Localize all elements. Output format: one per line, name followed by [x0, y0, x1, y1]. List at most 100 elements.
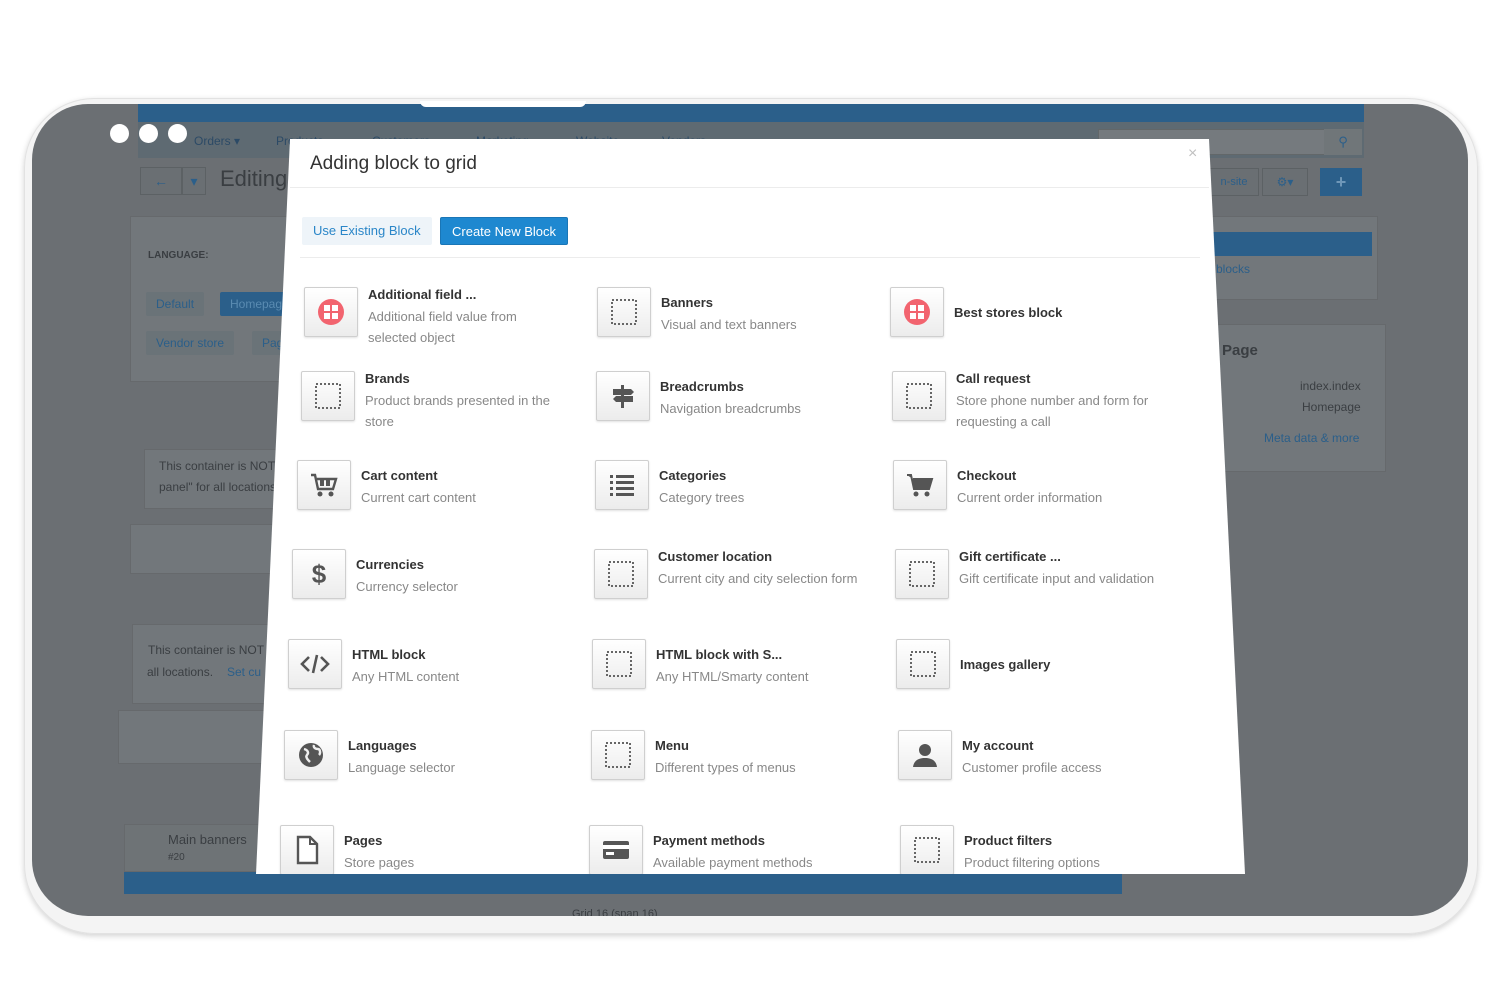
modal-title: Adding block to grid	[310, 153, 477, 174]
cart-icon	[893, 460, 947, 510]
add-button[interactable]: +	[1320, 168, 1362, 196]
block-name: Currencies	[356, 557, 424, 572]
block-name: Product filters	[964, 833, 1053, 848]
list-icon	[595, 460, 649, 510]
block-name: Additional field ...	[368, 287, 477, 302]
block-item[interactable]: HTML block with S... Any HTML/Smarty cont…	[592, 639, 882, 709]
block-item[interactable]: Gift certificate ... Gift certificate inp…	[895, 549, 1185, 619]
grid-toolbar	[124, 872, 1122, 894]
block-description: Gift certificate input and validation	[959, 571, 1155, 586]
block-item[interactable]: Checkout Current order information	[893, 460, 1183, 530]
block-item[interactable]: Call request Store phone number and form …	[892, 371, 1182, 441]
block-item[interactable]: Customer location Current city and city s…	[594, 549, 884, 619]
block-item[interactable]: Languages Language selector	[284, 730, 574, 800]
block-name: Payment methods	[653, 833, 765, 848]
block-item[interactable]: Breadcrumbs Navigation breadcrumbs	[596, 371, 886, 441]
search-icon[interactable]: ⚲	[1324, 129, 1362, 155]
block-name: My account	[962, 738, 1034, 753]
meta-data-link[interactable]: Meta data & more	[1264, 431, 1359, 445]
block-item[interactable]: HTML block Any HTML content	[288, 639, 578, 709]
block-item[interactable]: Menu Different types of menus	[591, 730, 881, 800]
notice-2-line-1: This container is NOT	[148, 643, 265, 657]
set-custom-link[interactable]: Set cu	[227, 665, 261, 679]
dotted-square-icon	[597, 287, 651, 337]
page-heading: Page	[1222, 342, 1258, 359]
page-title: Editing	[220, 166, 288, 191]
admin-topbar	[138, 104, 1364, 122]
block-description: Category trees	[659, 490, 745, 505]
close-icon[interactable]: ×	[1188, 145, 1197, 163]
back-button[interactable]: ←	[140, 167, 182, 195]
modal-divider	[290, 187, 1209, 188]
right-panel-top	[1202, 216, 1378, 300]
block-name: Breadcrumbs	[660, 379, 744, 394]
dotted-square-icon	[900, 825, 954, 874]
grid-placeholder-1	[130, 524, 290, 574]
page-name-value: Homepage	[1302, 400, 1361, 414]
block-description: Store phone number and form for requesti…	[956, 393, 1149, 429]
create-new-block-tab[interactable]: Create New Block	[440, 217, 569, 245]
code-icon	[288, 639, 342, 689]
notice-panel-1	[144, 449, 290, 509]
block-name: Pages	[344, 833, 383, 848]
dollar-icon: $	[292, 549, 346, 599]
block-item[interactable]: Banners Visual and text banners	[597, 287, 887, 357]
block-name: HTML block with S...	[656, 647, 783, 662]
block-description: Additional field value from selected obj…	[368, 309, 517, 345]
notice-1-line-1: This container is NOT	[159, 459, 276, 473]
dotted-square-icon	[591, 730, 645, 780]
block-name: Gift certificate ...	[959, 549, 1061, 564]
use-existing-block-tab[interactable]: Use Existing Block	[302, 217, 432, 245]
cscart-logo-icon	[890, 287, 944, 337]
block-description: Any HTML content	[352, 669, 460, 684]
block-description: Visual and text banners	[661, 317, 797, 332]
block-description: Different types of menus	[655, 760, 796, 775]
block-description: Current city and city selection form	[658, 571, 858, 586]
language-label: LANGUAGE:	[148, 250, 209, 261]
dispatch-value: index.index	[1300, 379, 1361, 393]
gear-icon[interactable]: ⚙▾	[1262, 168, 1308, 196]
main-banners-id: #20	[168, 852, 185, 863]
block-description: Current cart content	[361, 490, 476, 505]
block-item[interactable]: Additional field ... Additional field val…	[304, 287, 594, 357]
block-description: Current order information	[957, 490, 1103, 505]
dotted-square-icon	[896, 639, 950, 689]
block-item[interactable]: Best stores block	[890, 287, 1180, 357]
block-description: Customer profile access	[962, 760, 1102, 775]
block-item[interactable]: Cart content Current cart content	[297, 460, 587, 530]
globe-icon	[284, 730, 338, 780]
notice-1-line-2: panel" for all locations.	[159, 480, 280, 494]
right-panel-header	[1202, 232, 1372, 256]
cart-full-icon	[297, 460, 351, 510]
block-name: Images gallery	[960, 657, 1051, 672]
block-name: Cart content	[361, 468, 438, 483]
block-item[interactable]: Images gallery	[896, 639, 1186, 709]
block-description: Language selector	[348, 760, 455, 775]
block-item[interactable]: $ Currencies Currency selector	[292, 549, 582, 619]
add-block-modal: Adding block to grid × Use Existing Bloc…	[256, 139, 1245, 874]
preview-onsite-button[interactable]: n-site	[1209, 168, 1259, 196]
block-name: Checkout	[957, 468, 1017, 483]
cscart-logo-icon	[304, 287, 358, 337]
dotted-square-icon	[895, 549, 949, 599]
notice-2-line-2: all locations.	[147, 665, 214, 679]
back-dropdown-button[interactable]: ▾	[182, 167, 206, 195]
location-tab-default[interactable]: Default	[146, 292, 205, 316]
blocks-link[interactable]: blocks	[1216, 262, 1250, 276]
location-tab-vendor-store[interactable]: Vendor store	[146, 331, 235, 355]
credit-card-icon	[589, 825, 643, 874]
block-name: Banners	[661, 295, 714, 310]
block-name: Customer location	[658, 549, 773, 564]
block-description: Product filtering options	[964, 855, 1100, 870]
block-item[interactable]: Categories Category trees	[595, 460, 885, 530]
block-name: Call request	[956, 371, 1031, 386]
window-dots	[110, 124, 187, 143]
dotted-square-icon	[592, 639, 646, 689]
block-item[interactable]: My account Customer profile access	[898, 730, 1188, 800]
block-description: Available payment methods	[653, 855, 813, 870]
block-item[interactable]: Brands Product brands presented in the st…	[301, 371, 591, 441]
block-description: Store pages	[344, 855, 415, 870]
user-icon	[898, 730, 952, 780]
menu-orders[interactable]: Orders ▾	[194, 134, 240, 148]
signpost-icon	[596, 371, 650, 421]
